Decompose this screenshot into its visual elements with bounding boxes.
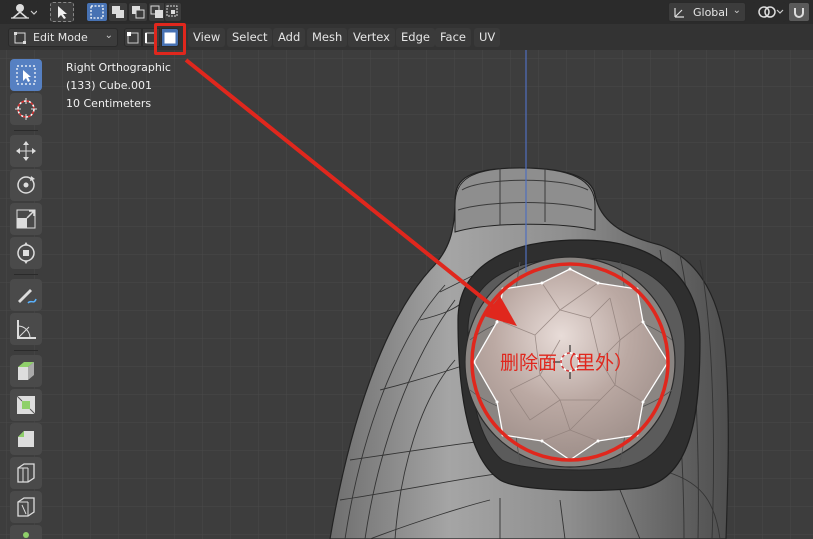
tool-rotate[interactable] xyxy=(10,169,42,201)
tool-scale[interactable] xyxy=(10,203,42,235)
tool-transform[interactable] xyxy=(10,237,42,269)
grid-scale: 10 Centimeters xyxy=(66,97,152,110)
chevron-down-icon: ⌄ xyxy=(732,5,741,16)
measure-icon xyxy=(17,320,36,339)
poly-build-icon xyxy=(23,532,29,538)
active-object: (133) Cube.001 xyxy=(66,79,152,92)
select-invert-icon xyxy=(150,5,163,18)
tool-move[interactable] xyxy=(10,135,42,167)
inset-icon xyxy=(16,395,36,415)
tool-measure[interactable] xyxy=(10,313,42,345)
menu-uv[interactable]: UV xyxy=(474,28,501,47)
mode-dropdown[interactable]: Edit Mode ⌄ xyxy=(8,28,118,47)
rotate-icon xyxy=(17,176,35,194)
tool-bevel[interactable] xyxy=(10,423,42,455)
cursor-arrow-icon xyxy=(58,6,67,19)
transform-orientation-label: Global xyxy=(693,5,729,19)
move-icon xyxy=(16,141,36,161)
select-box-new-icon xyxy=(90,5,104,19)
object-interaction-button[interactable] xyxy=(4,2,40,22)
tool-separator xyxy=(14,130,38,131)
tool-poly-build[interactable] xyxy=(10,525,42,539)
transform-icon xyxy=(17,242,35,264)
mode-label: Edit Mode xyxy=(33,31,88,44)
viewport-info: Right Orthographic (133) Cube.001 10 Cen… xyxy=(66,59,171,113)
tool-inset[interactable] xyxy=(10,389,42,421)
menu-edge[interactable]: Edge xyxy=(396,28,435,47)
select-extend-icon xyxy=(112,6,124,18)
view-name: Right Orthographic xyxy=(66,61,171,74)
menu-add[interactable]: Add xyxy=(273,28,306,47)
pivot-icon xyxy=(11,4,37,19)
tool-separator xyxy=(14,350,38,351)
edit-mode-icon xyxy=(14,31,26,44)
tool-separator xyxy=(14,274,38,275)
menu-select[interactable]: Select xyxy=(227,28,273,47)
scale-icon xyxy=(16,209,36,229)
magnet-icon xyxy=(794,8,804,18)
pivot-point-button[interactable] xyxy=(752,2,786,22)
extrude-icon xyxy=(18,362,34,380)
snap-button[interactable] xyxy=(788,2,810,22)
chevron-down-icon: ⌄ xyxy=(104,30,113,41)
select-subtract-icon xyxy=(132,6,145,19)
menu-mesh[interactable]: Mesh xyxy=(307,28,348,47)
select-new-button[interactable] xyxy=(86,2,108,22)
cursor-icon xyxy=(15,98,37,120)
tool-knife[interactable] xyxy=(10,491,42,523)
tool-annotate[interactable] xyxy=(10,279,42,311)
annotate-icon xyxy=(18,289,37,304)
vertex-select-icon xyxy=(127,31,139,43)
select-intersect-button[interactable] xyxy=(164,2,182,22)
viewport-header: Edit Mode ⌄ View Select Add Mesh Vertex … xyxy=(0,24,813,50)
tool-loop-cut[interactable] xyxy=(10,457,42,489)
select-tool-button[interactable] xyxy=(50,2,74,22)
loop-cut-icon xyxy=(17,463,35,483)
select-box-icon xyxy=(16,65,36,85)
tool-select-box[interactable] xyxy=(10,59,42,91)
blender-window: 删除面（里外） Global ⌄ Edit Mode ⌄ View Select… xyxy=(0,0,813,539)
transform-orientation-dropdown[interactable]: Global ⌄ xyxy=(668,2,746,22)
annotation-highlight-box xyxy=(154,23,186,55)
link-icon xyxy=(758,6,784,18)
select-extend-button[interactable] xyxy=(108,2,128,22)
bevel-icon xyxy=(18,431,34,447)
orientation-icon xyxy=(674,8,684,18)
select-subtract-button[interactable] xyxy=(128,2,148,22)
tool-cursor[interactable] xyxy=(10,93,42,125)
tool-header: Global ⌄ xyxy=(0,0,813,24)
menu-vertex[interactable]: Vertex xyxy=(348,28,395,47)
menu-view[interactable]: View xyxy=(188,28,226,47)
tool-extrude[interactable] xyxy=(10,355,42,387)
knife-icon xyxy=(17,497,35,517)
annotation-label: 删除面（里外） xyxy=(500,352,633,374)
select-intersect-icon xyxy=(166,5,178,17)
menu-face[interactable]: Face xyxy=(435,28,472,47)
vertex-select-button[interactable] xyxy=(124,28,142,47)
